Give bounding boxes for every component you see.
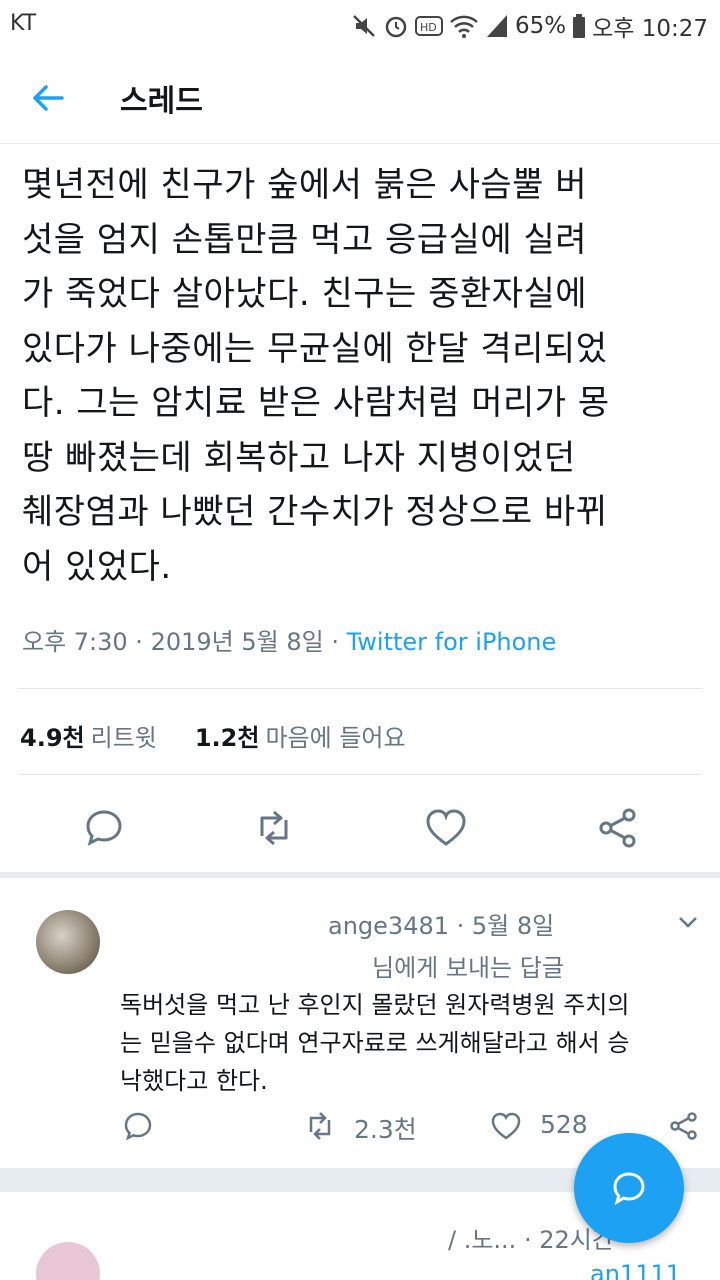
tweet-text: 몇년전에 친구가 숲에서 붉은 사슴뿔 버 섯을 엄지 손톱만큼 먹고 응급실에… [22, 165, 610, 587]
like-icon[interactable] [490, 1110, 522, 1142]
like-count: 1.2천 [194, 724, 260, 752]
share-icon[interactable] [668, 1110, 700, 1142]
like-icon[interactable] [424, 806, 468, 850]
retweet-icon[interactable] [252, 806, 296, 850]
tweet-meta: 오후 7:30 · 2019년 5월 8일 · Twitter for iPho… [22, 622, 556, 657]
status-icons: HD 65% 오후 10:27 [351, 9, 708, 43]
replying-to-label: 님에게 보내는 답글 [372, 954, 564, 982]
like-label: 마음에 들어요 [265, 724, 406, 752]
status-bar: KT HD 65% 오후 10:27 [0, 0, 720, 50]
reply-icon[interactable] [82, 806, 126, 850]
page-title: 스레드 [120, 84, 203, 119]
retweet-label: 리트윗 [90, 724, 157, 752]
alarm-icon [385, 16, 407, 38]
divider [18, 688, 702, 689]
carrier-label: KT [10, 11, 37, 36]
reply-retweet-count: 2.3천 [354, 1115, 417, 1144]
tweet-actions [0, 800, 720, 860]
svg-text:HD: HD [420, 21, 437, 34]
share-icon[interactable] [596, 806, 640, 850]
reply-handle[interactable]: ange3481 · 5월 8일 [328, 906, 554, 941]
tweet-source-link[interactable]: Twitter for iPhone [347, 628, 557, 656]
tweet-stats: 4.9천 리트윗 1.2천 마음에 들어요 [20, 718, 406, 753]
compose-reply-button[interactable] [574, 1133, 684, 1243]
reply-icon[interactable] [122, 1110, 154, 1142]
mute-icon [353, 15, 375, 37]
battery-percent: 65% [514, 13, 567, 39]
avatar[interactable] [36, 910, 100, 974]
reply-text: 독버섯을 먹고 난 후인지 몰랐던 원자력병원 주치의 는 믿을수 없다며 연구… [120, 991, 630, 1095]
back-arrow-icon[interactable] [28, 78, 68, 118]
replying-to: 님에게 보내는 답글 [372, 948, 564, 983]
app-header: 스레드 [0, 50, 720, 144]
reply-handle-secondary[interactable]: an1111 [590, 1260, 681, 1280]
retweet-icon[interactable] [304, 1110, 336, 1142]
chevron-down-icon[interactable] [676, 910, 700, 934]
reply-bubble-icon [613, 1172, 645, 1206]
clock: 오후 10:27 [592, 16, 708, 42]
reply-like-count: 528 [540, 1110, 588, 1139]
divider [18, 774, 702, 775]
like-stat[interactable]: 1.2천 마음에 들어요 [195, 718, 406, 753]
hd-icon: HD [414, 16, 443, 36]
retweet-stat[interactable]: 4.9천 리트윗 [20, 718, 157, 753]
wifi-icon [450, 15, 478, 38]
retweet-count: 4.9천 [20, 724, 85, 752]
tweet-timestamp: 오후 7:30 · 2019년 5월 8일 · [22, 628, 347, 656]
battery-icon [573, 14, 586, 38]
signal-icon [486, 15, 507, 37]
reply-item[interactable]: ange3481 · 5월 8일 님에게 보내는 답글 독버섯을 먹고 난 후인… [0, 878, 720, 1168]
avatar[interactable] [36, 1242, 100, 1280]
